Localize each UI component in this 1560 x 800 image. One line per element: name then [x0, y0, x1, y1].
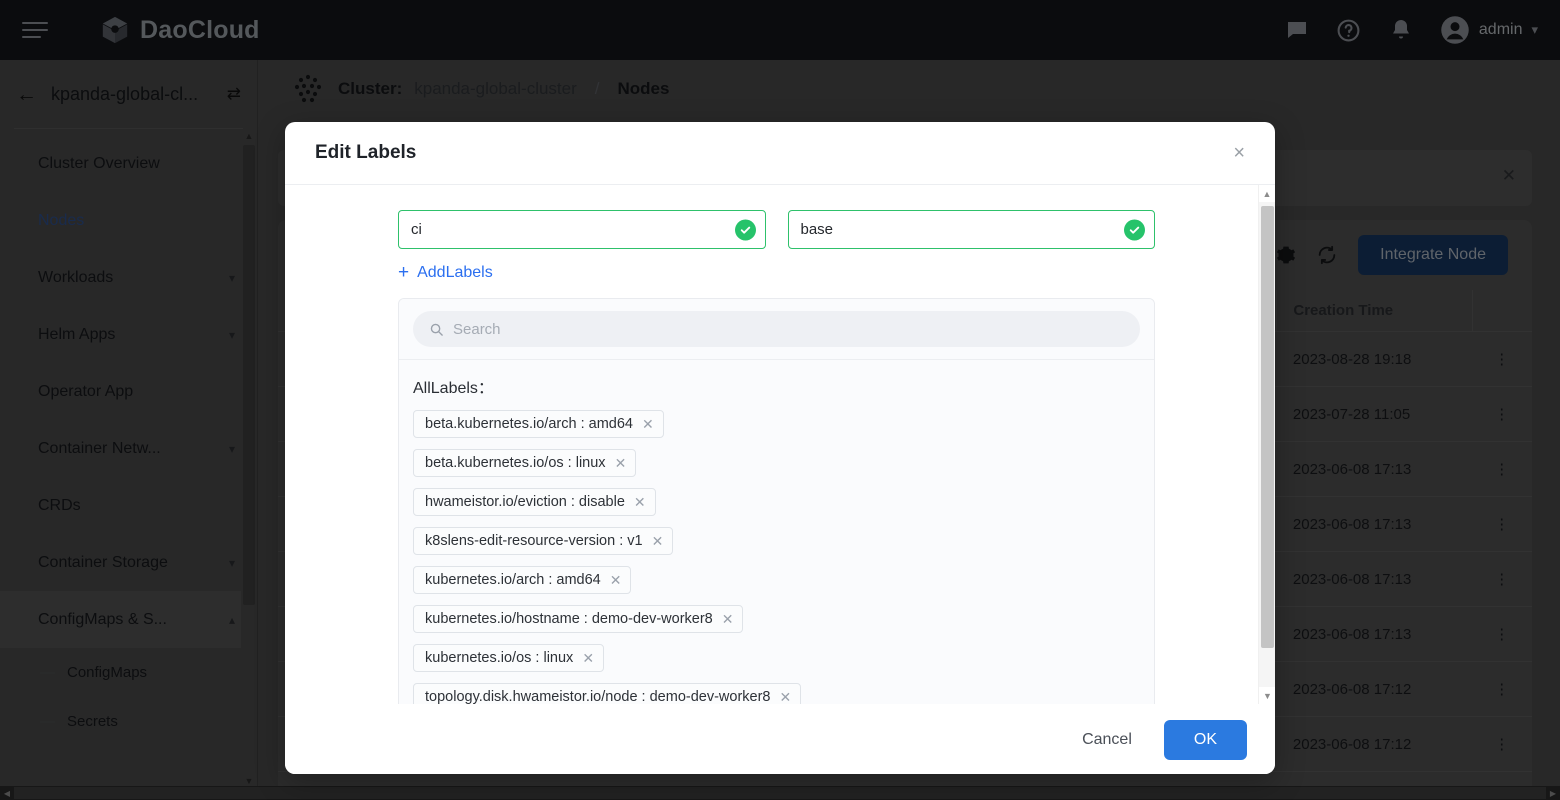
dialog-scrollbar[interactable]: ▲ ▼	[1258, 185, 1275, 704]
valid-check-icon	[735, 219, 756, 240]
label-value-field	[788, 210, 1156, 249]
ok-button[interactable]: OK	[1164, 720, 1247, 760]
label-chip[interactable]: kubernetes.io/os : linux ✕	[413, 644, 604, 672]
dialog-body-inner: + AddLabels AllLabel	[285, 185, 1275, 704]
labels-search-box[interactable]	[413, 311, 1140, 347]
add-labels-label: AddLabels	[417, 264, 493, 282]
remove-label-icon[interactable]: ✕	[652, 534, 664, 548]
scroll-down-icon[interactable]: ▼	[1259, 687, 1275, 704]
all-labels-list: AllLabels： beta.kubernetes.io/arch : amd…	[399, 360, 1154, 704]
label-key-field	[398, 210, 766, 249]
label-chip-text: beta.kubernetes.io/arch : amd64	[425, 416, 633, 432]
label-chip-text: beta.kubernetes.io/os : linux	[425, 455, 606, 471]
search-icon	[429, 322, 444, 337]
labels-search-input[interactable]	[453, 321, 1124, 338]
label-chip-text: kubernetes.io/os : linux	[425, 650, 573, 666]
remove-label-icon[interactable]: ✕	[642, 417, 654, 431]
label-chip-text: topology.disk.hwameistor.io/node : demo-…	[425, 689, 771, 704]
dialog-body: + AddLabels AllLabel	[285, 185, 1275, 704]
labels-search-wrapper	[399, 299, 1154, 360]
edit-labels-dialog: Edit Labels ×	[285, 122, 1275, 774]
label-chip[interactable]: kubernetes.io/hostname : demo-dev-worker…	[413, 605, 743, 633]
label-chip-line: k8slens-edit-resource-version : v1 ✕	[413, 527, 1140, 566]
remove-label-icon[interactable]: ✕	[582, 651, 594, 665]
label-chip-line: hwameistor.io/eviction : disable ✕	[413, 488, 1140, 527]
label-chip-text: hwameistor.io/eviction : disable	[425, 494, 625, 510]
label-chip[interactable]: beta.kubernetes.io/os : linux ✕	[413, 449, 636, 477]
label-chip-line: kubernetes.io/hostname : demo-dev-worker…	[413, 605, 1140, 644]
labels-panel: AllLabels： beta.kubernetes.io/arch : amd…	[398, 298, 1155, 704]
label-chip-line: beta.kubernetes.io/os : linux ✕	[413, 449, 1140, 488]
label-chip-text: kubernetes.io/arch : amd64	[425, 572, 601, 588]
scroll-up-icon[interactable]: ▲	[1259, 185, 1275, 202]
label-entry-row	[398, 210, 1155, 249]
label-chip[interactable]: hwameistor.io/eviction : disable ✕	[413, 488, 656, 516]
remove-label-icon[interactable]: ✕	[722, 612, 734, 626]
valid-check-icon	[1124, 219, 1145, 240]
dialog-scrollbar-thumb[interactable]	[1261, 206, 1274, 648]
dialog-header: Edit Labels ×	[285, 122, 1275, 185]
label-chip-text: k8slens-edit-resource-version : v1	[425, 533, 643, 549]
label-chip[interactable]: beta.kubernetes.io/arch : amd64 ✕	[413, 410, 664, 438]
label-key-input[interactable]	[399, 211, 765, 248]
remove-label-icon[interactable]: ✕	[780, 690, 792, 704]
label-chip-text: kubernetes.io/hostname : demo-dev-worker…	[425, 611, 713, 627]
remove-label-icon[interactable]: ✕	[615, 456, 627, 470]
label-chip[interactable]: k8slens-edit-resource-version : v1 ✕	[413, 527, 673, 555]
label-chip[interactable]: kubernetes.io/arch : amd64 ✕	[413, 566, 631, 594]
label-chip[interactable]: topology.disk.hwameistor.io/node : demo-…	[413, 683, 801, 704]
label-chip-line: kubernetes.io/arch : amd64 ✕	[413, 566, 1140, 605]
remove-label-icon[interactable]: ✕	[610, 573, 622, 587]
label-chip-line: topology.disk.hwameistor.io/node : demo-…	[413, 683, 1140, 704]
dialog-footer: Cancel OK	[285, 704, 1275, 774]
add-labels-button[interactable]: + AddLabels	[398, 263, 493, 282]
all-labels-heading: AllLabels：	[413, 374, 1140, 398]
plus-icon: +	[398, 263, 409, 282]
label-value-input[interactable]	[789, 211, 1155, 248]
label-chip-line: kubernetes.io/os : linux ✕	[413, 644, 1140, 683]
cancel-button[interactable]: Cancel	[1076, 722, 1138, 758]
close-icon[interactable]: ×	[1233, 143, 1245, 163]
remove-label-icon[interactable]: ✕	[634, 495, 646, 509]
label-chip-line: beta.kubernetes.io/arch : amd64 ✕	[413, 410, 1140, 449]
dialog-title: Edit Labels	[315, 142, 416, 164]
